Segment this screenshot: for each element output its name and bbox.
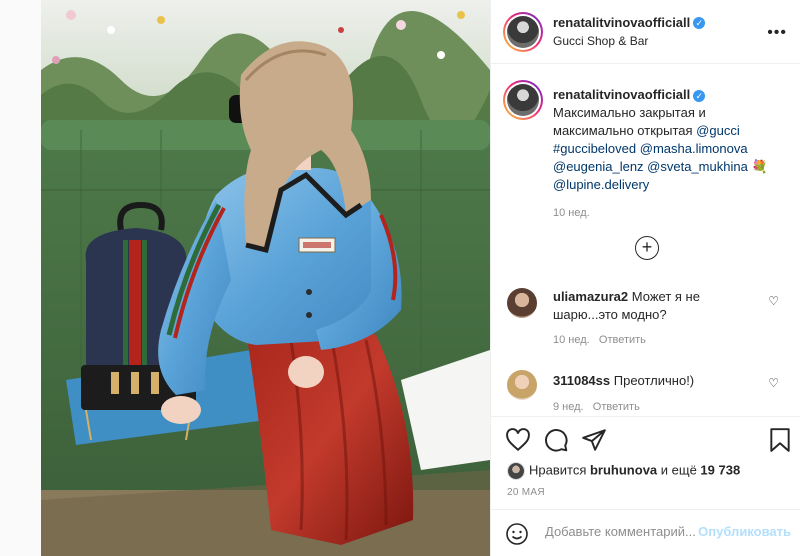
- post-photo-illustration: [41, 0, 490, 556]
- like-comment-icon[interactable]: ♡: [768, 294, 779, 308]
- verified-badge-icon: ✓: [693, 89, 706, 102]
- comment-text-block: 311084ss Преотлично!): [553, 372, 753, 390]
- share-direct-icon[interactable]: [581, 427, 607, 453]
- caption-text: renatalitvinovaofficiall ✓ Максимально за…: [553, 86, 793, 222]
- caption-author-avatar[interactable]: [503, 80, 543, 120]
- commenter-avatar[interactable]: [507, 288, 537, 318]
- hashtag-link[interactable]: #guccibeloved: [553, 141, 636, 156]
- instagram-post-page: renatalitvinovaofficiall ✓ Gucci Shop & B…: [0, 0, 800, 556]
- author-avatar[interactable]: [503, 12, 543, 52]
- bouquet-emoji-icon: 💐: [751, 159, 768, 174]
- comment-text-block: uliamazura2 Может я не шарю...это модно?: [553, 288, 753, 324]
- likes-summary[interactable]: Нравится bruhunova и ещё 19 738: [507, 462, 740, 480]
- avatar-image: [507, 84, 539, 116]
- caption-line-2-text: максимально открытая: [553, 123, 697, 138]
- publish-button[interactable]: Опубликовать: [698, 524, 791, 539]
- add-comment-bar: Опубликовать: [491, 509, 800, 556]
- verified-badge-icon: ✓: [693, 16, 706, 29]
- location-link[interactable]: Gucci Shop & Bar: [553, 34, 648, 48]
- avatar-image: [507, 16, 539, 48]
- mention-sveta-link[interactable]: @sveta_mukhina: [647, 159, 748, 174]
- caption-age: 10 нед.: [553, 207, 590, 219]
- caption-username-link[interactable]: renatalitvinovaofficiall: [553, 87, 690, 102]
- comment-input[interactable]: [545, 524, 695, 539]
- post-date: 20 МАЯ: [507, 487, 545, 498]
- comment-meta: 10 нед. Ответить: [553, 334, 646, 346]
- header-user-block: renatalitvinovaofficiall ✓: [553, 14, 706, 32]
- caption-line-4: @eugenia_lenz @sveta_mukhina 💐: [553, 158, 793, 176]
- emoji-picker-icon[interactable]: [505, 522, 529, 546]
- likes-prefix: Нравится: [529, 462, 590, 478]
- like-heart-icon[interactable]: [505, 427, 531, 453]
- commenter-avatar[interactable]: [507, 370, 537, 400]
- caption-username-line: renatalitvinovaofficiall ✓: [553, 86, 793, 104]
- like-comment-icon[interactable]: ♡: [768, 376, 779, 390]
- mention-masha-link[interactable]: @masha.limonova: [640, 141, 748, 156]
- post-actions-section: Нравится bruhunova и ещё 19 738 20 МАЯ О…: [491, 416, 800, 556]
- comment-age: 10 нед.: [553, 334, 590, 346]
- reply-button[interactable]: Ответить: [599, 334, 646, 346]
- caption-line-1: Максимально закрытая и: [553, 105, 706, 120]
- author-username-link[interactable]: renatalitvinovaofficiall: [553, 15, 690, 30]
- post-photo[interactable]: [41, 0, 490, 556]
- mention-eugenia-link[interactable]: @eugenia_lenz: [553, 159, 644, 174]
- likes-count[interactable]: 19 738: [700, 462, 740, 477]
- caption-line-5: @lupine.delivery: [553, 176, 793, 194]
- likes-middle: и ещё: [657, 462, 701, 478]
- load-more-comments-icon[interactable]: +: [635, 236, 659, 260]
- commenter-username-link[interactable]: uliamazura2: [553, 289, 628, 304]
- reply-button[interactable]: Ответить: [593, 401, 640, 413]
- caption-line-2: максимально открытая @gucci: [553, 122, 793, 140]
- more-options-icon[interactable]: •••: [767, 24, 787, 42]
- caption-line-3: #guccibeloved @masha.limonova: [553, 140, 793, 158]
- post-header: renatalitvinovaofficiall ✓ Gucci Shop & B…: [491, 0, 800, 64]
- post-side-panel: renatalitvinovaofficiall ✓ Gucci Shop & B…: [490, 0, 800, 556]
- comment-age: 9 нед.: [553, 401, 584, 413]
- save-bookmark-icon[interactable]: [767, 427, 793, 453]
- mention-gucci-link[interactable]: @gucci: [696, 123, 740, 138]
- liker-avatar: [507, 462, 525, 480]
- commenter-username-link[interactable]: 311084ss: [553, 373, 610, 388]
- liker-username-link[interactable]: bruhunova: [590, 462, 657, 477]
- comment-meta: 9 нед. Ответить: [553, 401, 640, 413]
- mention-lupine-link[interactable]: @lupine.delivery: [553, 177, 649, 192]
- comment-text: Преотлично!): [613, 373, 695, 388]
- comment-bubble-icon[interactable]: [543, 427, 569, 453]
